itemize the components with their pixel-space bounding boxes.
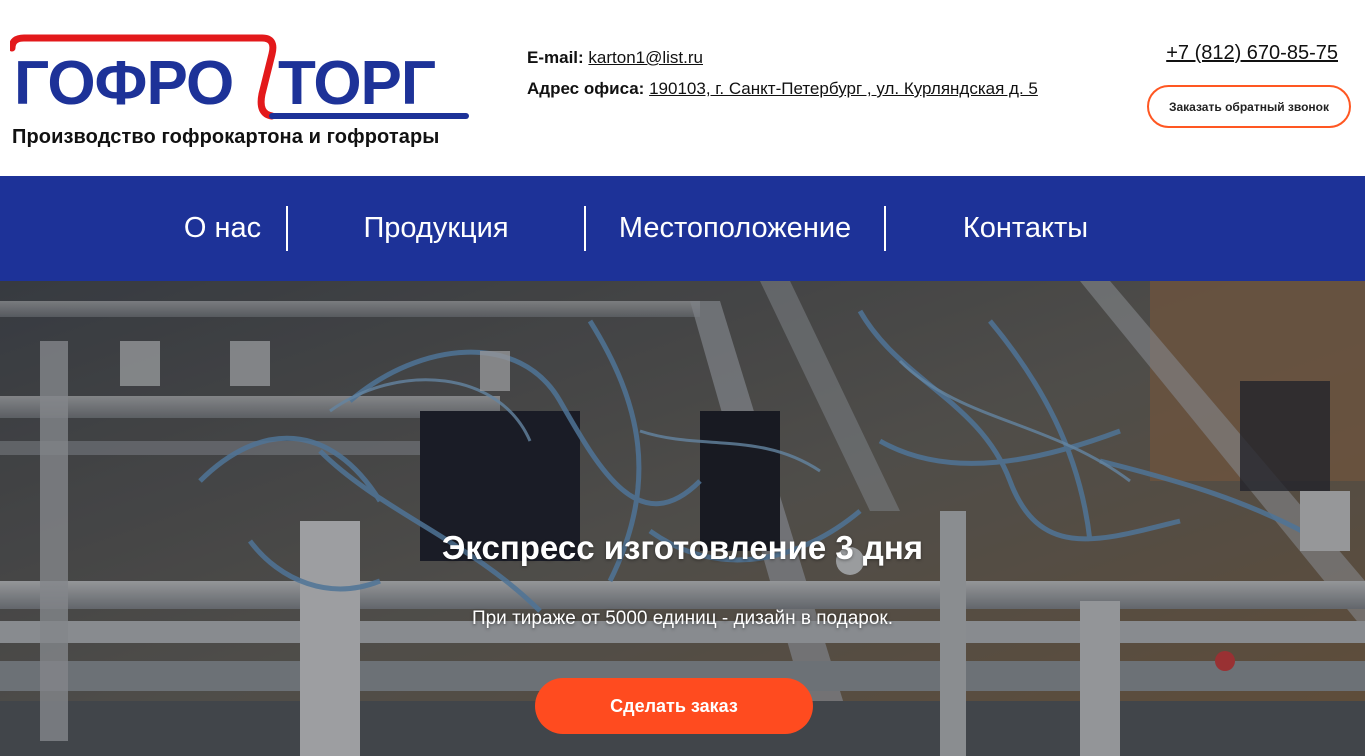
nav-divider bbox=[884, 206, 886, 251]
site-header: ГОФРО ТОРГ Производство гофрокартона и г… bbox=[0, 0, 1365, 176]
address-row: Адрес офиса: 190103, г. Санкт-Петербург … bbox=[527, 73, 1038, 104]
hero-banner: Экспресс изготовление 3 дня При тираже о… bbox=[0, 281, 1365, 756]
nav-item-products[interactable]: Продукция bbox=[290, 176, 582, 281]
nav-divider bbox=[584, 206, 586, 251]
logo-text-left: ГОФРО bbox=[14, 49, 233, 118]
phone-link[interactable]: +7 (812) 670-85-75 bbox=[1166, 42, 1338, 65]
logo-text-right: ТОРГ bbox=[278, 49, 435, 118]
email-link[interactable]: karton1@list.ru bbox=[588, 48, 703, 67]
nav-item-contacts[interactable]: Контакты bbox=[888, 176, 1163, 281]
order-button[interactable]: Сделать заказ bbox=[535, 678, 813, 734]
address-link[interactable]: 190103, г. Санкт-Петербург , ул. Курлянд… bbox=[649, 79, 1038, 98]
hero-title: Экспресс изготовление 3 дня bbox=[441, 529, 924, 566]
callback-button[interactable]: Заказать обратный звонок bbox=[1147, 85, 1351, 128]
main-nav: О нас Продукция Местоположение Контакты bbox=[0, 176, 1365, 281]
logo-graphic: ГОФРО ТОРГ bbox=[10, 34, 469, 120]
company-logo[interactable]: ГОФРО ТОРГ bbox=[10, 34, 470, 124]
nav-item-about[interactable]: О нас bbox=[160, 176, 285, 281]
hero-subtitle: При тираже от 5000 единиц - дизайн в под… bbox=[471, 608, 894, 629]
email-label: E-mail: bbox=[527, 48, 584, 67]
address-label: Адрес офиса: bbox=[527, 79, 645, 98]
contact-info: E-mail: karton1@list.ru Адрес офиса: 190… bbox=[527, 42, 1038, 104]
nav-item-location[interactable]: Местоположение bbox=[588, 176, 882, 281]
email-row: E-mail: karton1@list.ru bbox=[527, 42, 1038, 73]
tagline: Производство гофрокартона и гофротары bbox=[12, 126, 440, 148]
nav-divider bbox=[286, 206, 288, 251]
